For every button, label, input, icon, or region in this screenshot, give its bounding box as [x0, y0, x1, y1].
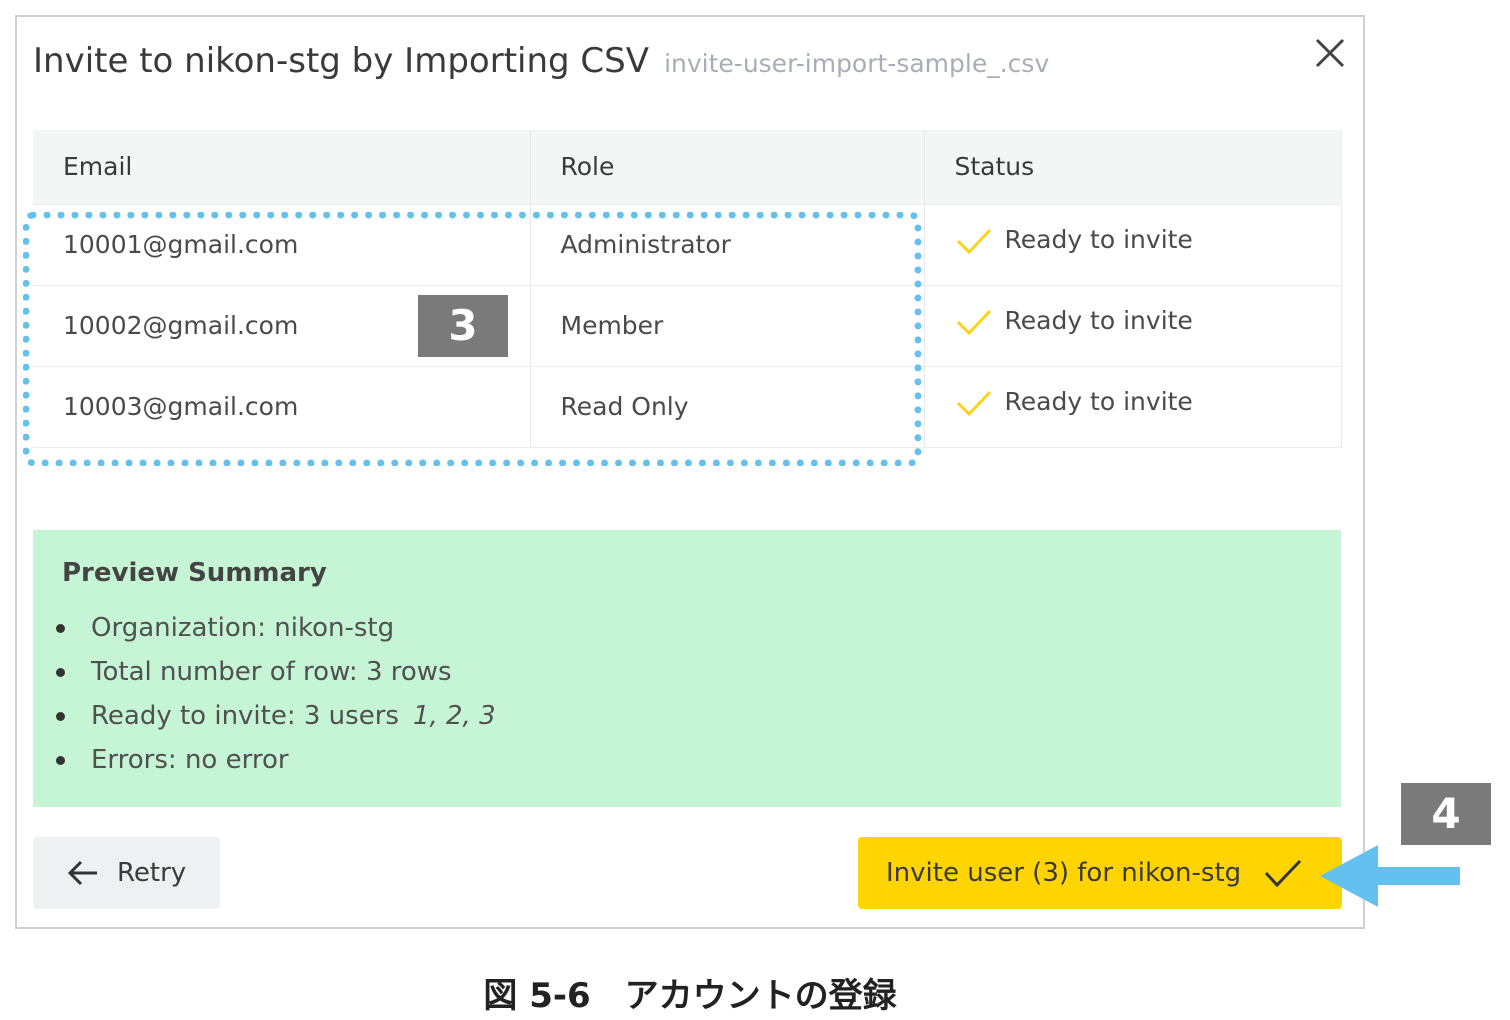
status-cell: Ready to invite — [924, 285, 1342, 367]
summary-item-total-rows: Total number of row: 3 rows — [56, 650, 1341, 694]
column-header-role: Role — [530, 130, 925, 205]
summary-errors-text: Errors: no error — [91, 745, 289, 775]
table-row: 10003@gmail.com Read Only Ready to invit… — [33, 366, 1342, 448]
arrow-left-icon — [67, 860, 97, 886]
table-row: 10001@gmail.com Administrator Ready to i… — [33, 204, 1342, 286]
summary-item-ready: Ready to invite: 3 users 1, 2, 3 — [56, 694, 1341, 738]
role-cell: Member — [530, 285, 925, 367]
column-header-email: Email — [33, 130, 531, 205]
summary-list: Organization: nikon-stg Total number of … — [56, 606, 1341, 782]
invite-dialog: Invite to nikon-stg by Importing CSV inv… — [15, 15, 1365, 929]
status-text: Ready to invite — [1004, 387, 1193, 416]
check-icon — [956, 228, 991, 255]
summary-item-errors: Errors: no error — [56, 738, 1341, 782]
annotation-badge-3: 3 — [418, 295, 508, 357]
invite-label: Invite user (3) for nikon-stg — [886, 858, 1242, 888]
table-row: 10002@gmail.com Member Ready to invite — [33, 285, 1342, 367]
summary-ready-ids: 1, 2, 3 — [412, 701, 496, 731]
check-icon — [956, 390, 991, 417]
email-cell: 10001@gmail.com — [33, 204, 531, 286]
column-header-status: Status — [924, 130, 1342, 205]
import-table: Email Role Status 10001@gmail.com Admini… — [33, 130, 1342, 448]
annotation-badge-4: 4 — [1401, 783, 1491, 845]
status-cell: Ready to invite — [924, 366, 1342, 448]
status-text: Ready to invite — [1004, 225, 1193, 254]
csv-filename: invite-user-import-sample_.csv — [664, 49, 1050, 78]
retry-label: Retry — [117, 858, 187, 888]
dialog-title: Invite to nikon-stg by Importing CSV — [33, 41, 649, 81]
check-icon — [1265, 859, 1302, 888]
figure-caption: 図 5-6 アカウントの登録 — [483, 976, 897, 1016]
status-text: Ready to invite — [1004, 306, 1193, 335]
role-cell: Read Only — [530, 366, 925, 448]
invite-button[interactable]: Invite user (3) for nikon-stg — [858, 837, 1342, 909]
summary-title: Preview Summary — [62, 558, 327, 588]
pointer-arrow-icon — [1320, 845, 1460, 907]
summary-organization-text: Organization: nikon-stg — [91, 613, 395, 643]
check-icon — [956, 309, 991, 336]
status-cell: Ready to invite — [924, 204, 1342, 286]
preview-summary: Preview Summary Organization: nikon-stg … — [33, 530, 1341, 807]
close-button[interactable] — [1312, 35, 1348, 71]
close-icon — [1315, 38, 1345, 68]
summary-total-rows-text: Total number of row: 3 rows — [91, 657, 452, 687]
summary-ready-text: Ready to invite: 3 users — [91, 701, 399, 731]
retry-button[interactable]: Retry — [33, 837, 220, 909]
summary-item-organization: Organization: nikon-stg — [56, 606, 1341, 650]
email-cell: 10003@gmail.com — [33, 366, 531, 448]
dialog-header: Invite to nikon-stg by Importing CSV inv… — [33, 41, 1049, 81]
table-header-row: Email Role Status — [33, 130, 1342, 205]
role-cell: Administrator — [530, 204, 925, 286]
